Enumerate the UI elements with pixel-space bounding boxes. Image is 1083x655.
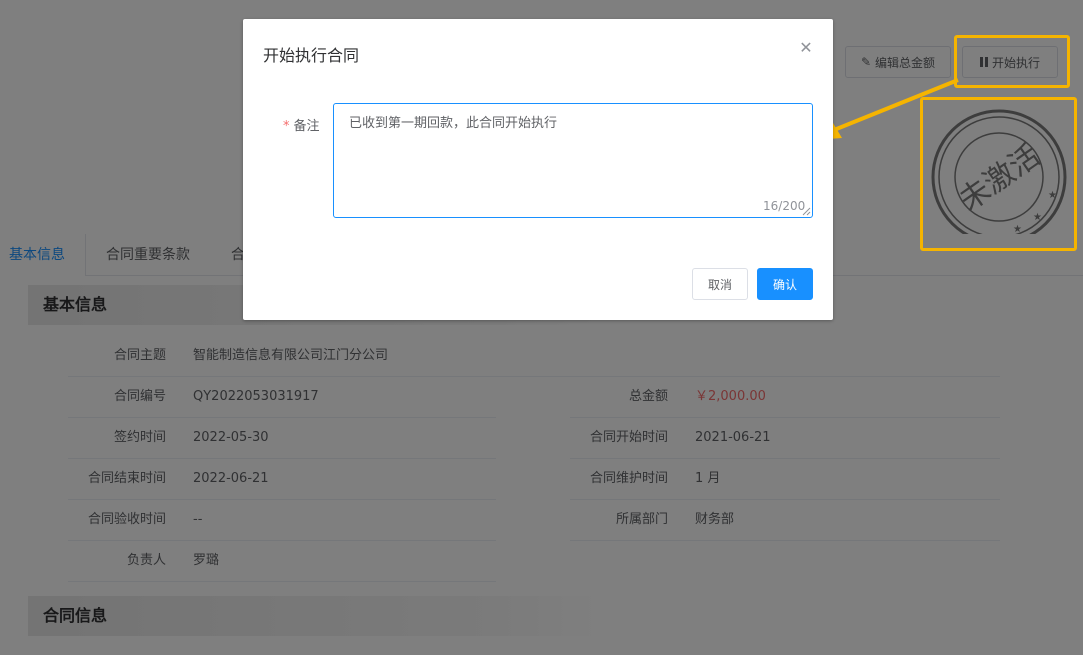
remark-label-text: 备注 [293,119,320,134]
remark-label: * 备注 [283,115,320,134]
close-icon[interactable]: ✕ [798,40,814,56]
annotation-highlight-start-button [954,35,1070,88]
dialog-title: 开始执行合同 [263,46,360,65]
start-contract-dialog: 开始执行合同 ✕ * 备注 已收到第一期回款，此合同开始执行 16/200 取消 … [243,19,833,320]
cancel-button[interactable]: 取消 [692,268,748,300]
remark-textarea[interactable]: 已收到第一期回款，此合同开始执行 [333,103,813,218]
remark-char-counter: 16/200 [763,199,806,213]
confirm-button[interactable]: 确认 [757,268,813,300]
resize-grip-icon[interactable] [802,207,811,216]
annotation-arrow-icon [814,78,959,140]
required-mark: * [283,119,290,134]
